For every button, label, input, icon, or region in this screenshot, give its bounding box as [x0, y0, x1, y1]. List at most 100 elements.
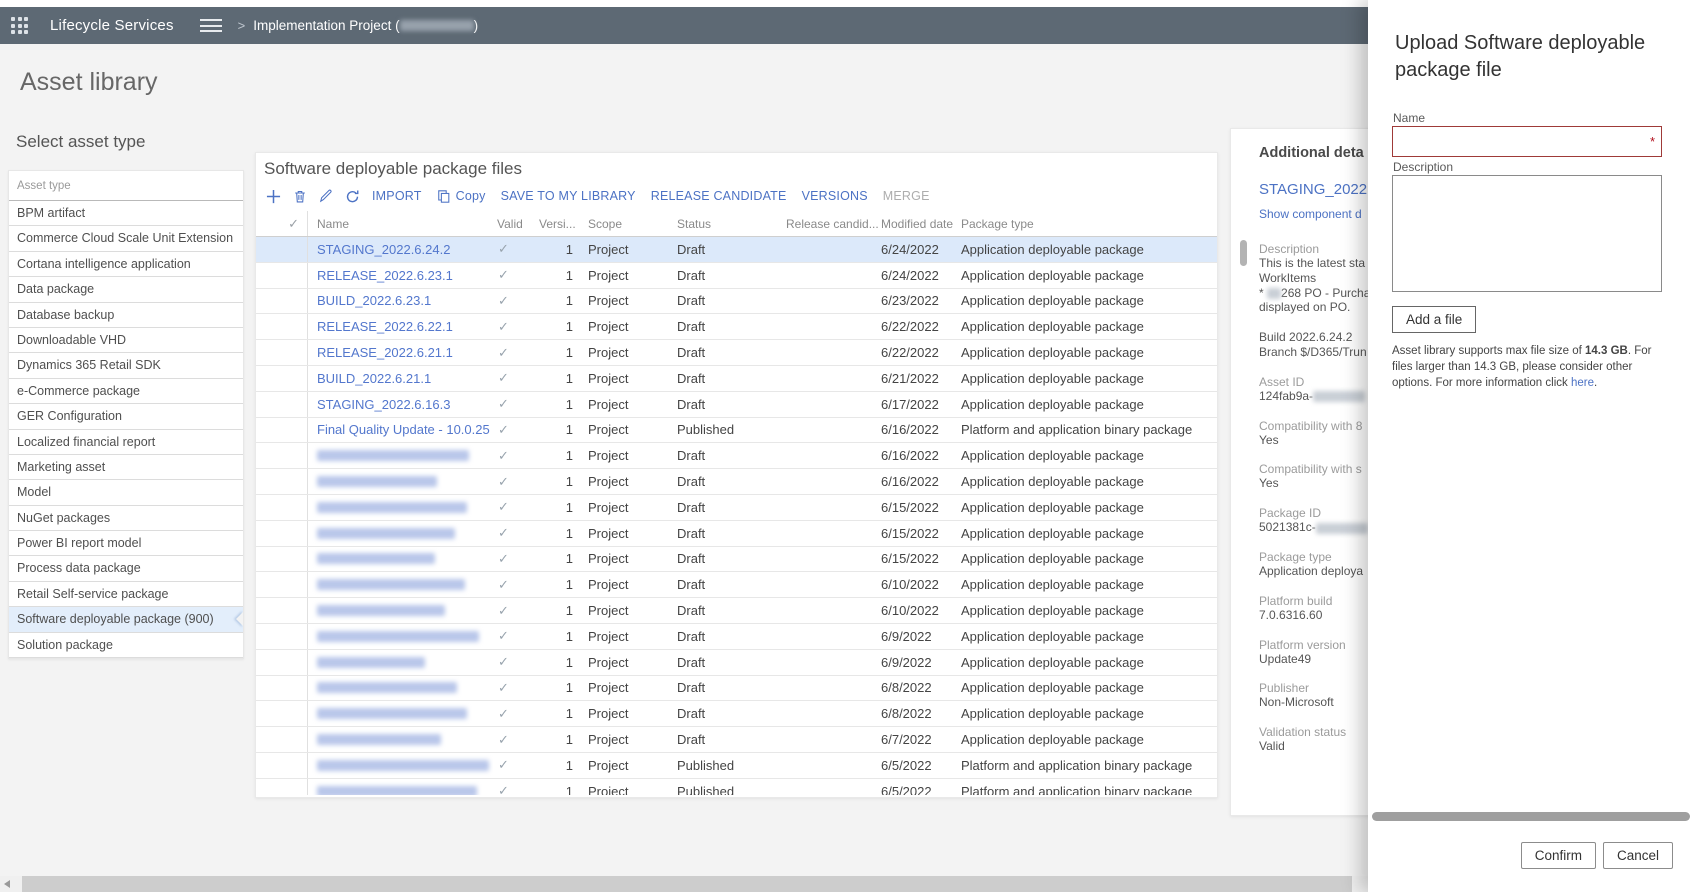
description-input[interactable] [1392, 175, 1662, 292]
row-select-cell[interactable] [256, 727, 308, 752]
table-row[interactable]: STAGING_2022.6.24.2 ✓ 1 Project Draft 6/… [256, 237, 1217, 263]
row-select-cell[interactable] [256, 288, 308, 314]
release-candidate-button[interactable]: RELEASE CANDIDATE [651, 189, 787, 203]
table-row[interactable]: ✓ 1 Project Draft 6/8/2022 Application d… [256, 675, 1217, 702]
sidebar-item[interactable]: Data package [9, 277, 243, 303]
package-name-link[interactable] [308, 521, 493, 546]
table-row[interactable]: RELEASE_2022.6.23.1 ✓ 1 Project Draft 6/… [256, 262, 1217, 289]
table-row[interactable]: Final Quality Update - 10.0.25 ✓ 1 Proje… [256, 417, 1217, 444]
cancel-button[interactable]: Cancel [1602, 842, 1673, 869]
table-row[interactable]: ✓ 1 Project Draft 6/15/2022 Application … [256, 546, 1217, 573]
edit-button[interactable] [319, 189, 333, 203]
sidebar-item[interactable]: GER Configuration [9, 404, 243, 430]
sidebar-item[interactable]: Commerce Cloud Scale Unit Extension [9, 226, 243, 252]
sidebar-item[interactable]: Marketing asset [9, 455, 243, 481]
header-valid[interactable]: Valid [493, 211, 539, 236]
package-name-link[interactable] [308, 701, 493, 726]
add-file-button[interactable]: Add a file [1392, 306, 1477, 333]
package-name-link[interactable] [308, 572, 493, 597]
table-row[interactable]: ✓ 1 Project Draft 6/16/2022 Application … [256, 469, 1217, 495]
vertical-scrollbar-thumb[interactable] [1240, 240, 1247, 266]
show-component-details-link[interactable]: Show component d [1259, 207, 1379, 221]
table-row[interactable]: ✓ 1 Project Draft 6/10/2022 Application … [256, 572, 1217, 599]
table-row[interactable]: STAGING_2022.6.16.3 ✓ 1 Project Draft 6/… [256, 391, 1217, 418]
row-select-cell[interactable] [256, 649, 308, 675]
sidebar-item[interactable]: Solution package [9, 633, 243, 659]
asset-type-column-header[interactable]: Asset type [9, 171, 243, 201]
add-button[interactable] [266, 189, 281, 204]
sidebar-item[interactable]: e-Commerce package [9, 379, 243, 405]
row-select-cell[interactable] [256, 314, 308, 340]
sidebar-item[interactable]: BPM artifact [9, 201, 243, 227]
package-name-link[interactable] [308, 495, 493, 520]
row-select-cell[interactable] [256, 778, 308, 795]
package-name-link[interactable] [308, 650, 493, 675]
table-row[interactable]: ✓ 1 Project Draft 6/10/2022 Application … [256, 598, 1217, 624]
package-name-link[interactable] [308, 624, 493, 649]
name-input[interactable] [1392, 126, 1662, 157]
package-name-link[interactable] [308, 443, 493, 468]
package-name-link[interactable]: Final Quality Update - 10.0.25 [308, 418, 493, 443]
package-name-link[interactable]: BUILD_2022.6.21.1 [308, 366, 493, 391]
header-package-type[interactable]: Package type [961, 211, 1217, 236]
row-select-cell[interactable] [256, 417, 308, 443]
row-select-cell[interactable] [256, 598, 308, 623]
refresh-button[interactable] [345, 189, 360, 204]
row-select-cell[interactable] [256, 752, 308, 778]
sidebar-item[interactable]: Localized financial report [9, 430, 243, 455]
row-select-cell[interactable] [256, 340, 308, 365]
table-row[interactable]: RELEASE_2022.6.21.1 ✓ 1 Project Draft 6/… [256, 340, 1217, 366]
table-row[interactable]: RELEASE_2022.6.22.1 ✓ 1 Project Draft 6/… [256, 314, 1217, 341]
dialog-scrollbar-thumb[interactable] [1372, 812, 1690, 821]
confirm-button[interactable]: Confirm [1520, 842, 1596, 869]
package-name-link[interactable] [308, 727, 493, 752]
sidebar-item[interactable]: Database backup [9, 303, 243, 328]
table-row[interactable]: ✓ 1 Project Draft 6/9/2022 Application d… [256, 623, 1217, 650]
waffle-icon[interactable] [11, 17, 28, 34]
row-select-cell[interactable] [256, 443, 308, 469]
sidebar-item[interactable]: Downloadable VHD [9, 328, 243, 354]
row-select-cell[interactable] [256, 572, 308, 598]
row-select-cell[interactable] [256, 701, 308, 727]
table-row[interactable]: ✓ 1 Project Draft 6/15/2022 Application … [256, 520, 1217, 547]
row-select-cell[interactable] [256, 675, 308, 701]
delete-button[interactable] [293, 189, 307, 204]
package-name-link[interactable] [308, 753, 493, 778]
app-title[interactable]: Lifecycle Services [50, 17, 174, 34]
sidebar-item[interactable]: Cortana intelligence application [9, 252, 243, 278]
header-name[interactable]: Name [308, 211, 493, 236]
sidebar-item[interactable]: Power BI report model [9, 531, 243, 557]
horizontal-scrollbar-thumb[interactable] [22, 876, 1352, 892]
table-row[interactable]: ✓ 1 Project Draft 6/16/2022 Application … [256, 443, 1217, 470]
sidebar-item[interactable]: Model [9, 480, 243, 506]
sidebar-item[interactable]: Process data package [9, 556, 243, 582]
sidebar-item[interactable]: Dynamics 365 Retail SDK [9, 353, 243, 379]
header-modified-date[interactable]: Modified date [881, 211, 961, 236]
table-row[interactable]: ✓ 1 Project Published 6/5/2022 Platform … [256, 778, 1217, 795]
row-select-cell[interactable] [256, 520, 308, 546]
header-release-candidate[interactable]: Release candid... [786, 211, 881, 236]
table-row[interactable]: ✓ 1 Project Draft 6/15/2022 Application … [256, 494, 1217, 521]
package-name-link[interactable]: STAGING_2022.6.16.3 [308, 392, 493, 417]
table-row[interactable]: BUILD_2022.6.23.1 ✓ 1 Project Draft 6/23… [256, 288, 1217, 315]
more-info-link[interactable]: here [1571, 377, 1594, 389]
package-name-link[interactable] [308, 676, 493, 701]
package-name-link[interactable]: RELEASE_2022.6.23.1 [308, 263, 493, 288]
copy-button[interactable]: Copy [437, 189, 486, 204]
package-name-link[interactable] [308, 469, 493, 494]
row-select-cell[interactable] [256, 623, 308, 649]
row-select-cell[interactable] [256, 262, 308, 288]
package-name-link[interactable]: BUILD_2022.6.23.1 [308, 289, 493, 314]
row-select-cell[interactable] [256, 237, 308, 262]
sidebar-item[interactable]: Retail Self-service package [9, 582, 243, 608]
breadcrumb[interactable]: Implementation Project () [253, 18, 478, 33]
hamburger-icon[interactable] [199, 16, 222, 36]
versions-button[interactable]: VERSIONS [802, 189, 868, 203]
row-select-cell[interactable] [256, 469, 308, 494]
package-name-link[interactable] [308, 598, 493, 623]
row-select-cell[interactable] [256, 546, 308, 572]
select-all-check-icon[interactable]: ✓ [288, 216, 299, 232]
table-row[interactable]: ✓ 1 Project Draft 6/7/2022 Application d… [256, 727, 1217, 753]
package-name-link[interactable]: RELEASE_2022.6.22.1 [308, 314, 493, 339]
table-row[interactable]: ✓ 1 Project Published 6/5/2022 Platform … [256, 752, 1217, 779]
